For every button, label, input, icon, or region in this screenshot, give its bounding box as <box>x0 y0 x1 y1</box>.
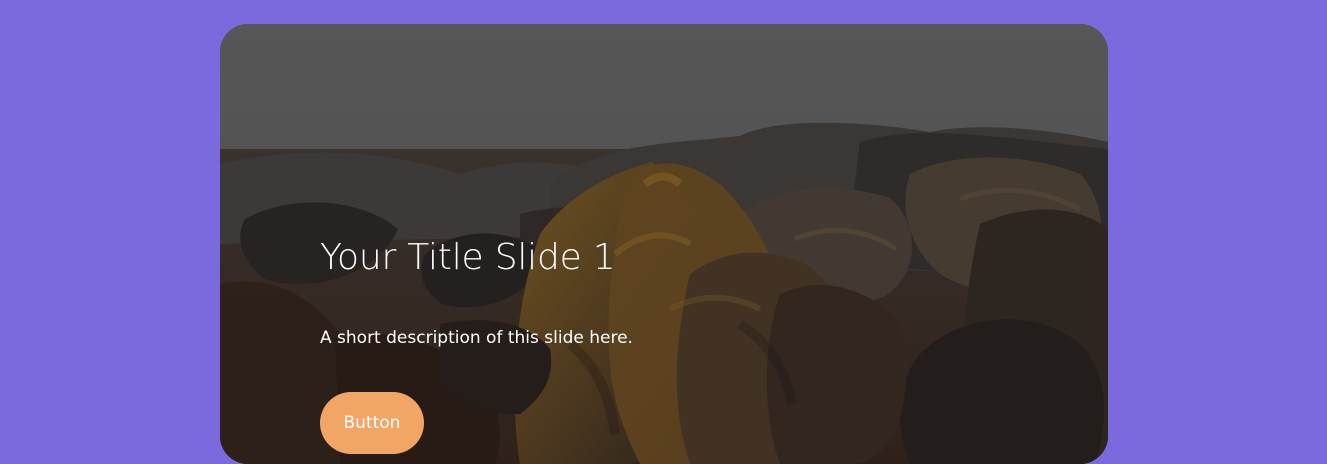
slide-content: Your Title Slide 1 A short description o… <box>320 236 920 455</box>
slide-card: Your Title Slide 1 A short description o… <box>220 24 1108 464</box>
slide-title: Your Title Slide 1 <box>320 237 616 278</box>
slide-description: A short description of this slide here. <box>320 328 633 349</box>
